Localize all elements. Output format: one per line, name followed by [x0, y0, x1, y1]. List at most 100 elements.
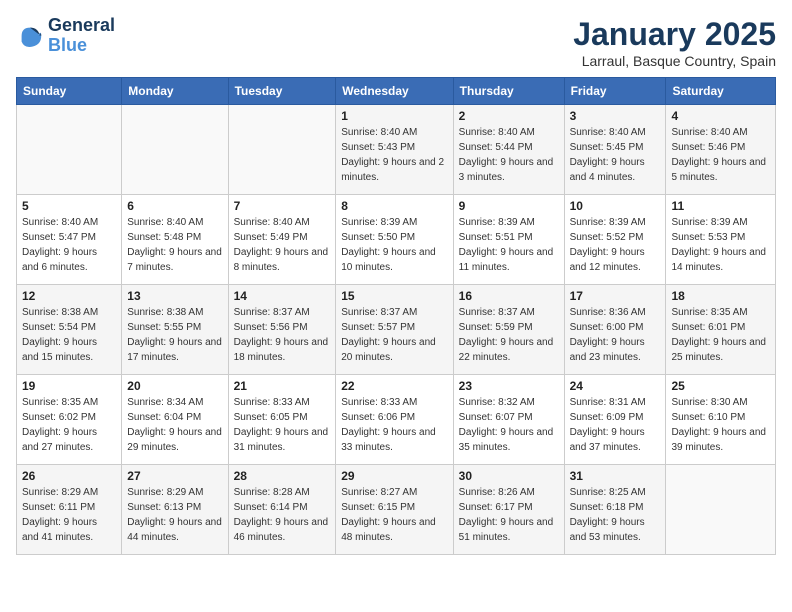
day-number: 11 [671, 199, 770, 213]
calendar-subtitle: Larraul, Basque Country, Spain [573, 53, 776, 69]
week-row-5: 26 Sunrise: 8:29 AMSunset: 6:11 PMDayligh… [17, 465, 776, 555]
day-info: Sunrise: 8:36 AMSunset: 6:00 PMDaylight:… [570, 305, 661, 365]
day-cell: 29 Sunrise: 8:27 AMSunset: 6:15 PMDayligh… [336, 465, 453, 555]
day-number: 24 [570, 379, 661, 393]
day-number: 19 [22, 379, 116, 393]
day-info: Sunrise: 8:32 AMSunset: 6:07 PMDaylight:… [459, 395, 559, 455]
logo-icon [16, 22, 44, 50]
day-header-wednesday: Wednesday [336, 78, 453, 105]
day-number: 10 [570, 199, 661, 213]
day-cell [17, 105, 122, 195]
day-cell [122, 105, 228, 195]
day-cell: 28 Sunrise: 8:28 AMSunset: 6:14 PMDayligh… [228, 465, 336, 555]
day-info: Sunrise: 8:26 AMSunset: 6:17 PMDaylight:… [459, 485, 559, 545]
day-cell: 12Sunrise: 8:38 AMSunset: 5:54 PMDayligh… [17, 285, 122, 375]
day-cell: 19 Sunrise: 8:35 AMSunset: 6:02 PMDayligh… [17, 375, 122, 465]
day-info: Sunrise: 8:31 AMSunset: 6:09 PMDaylight:… [570, 395, 661, 455]
day-cell: 8Sunrise: 8:39 AMSunset: 5:50 PMDaylight… [336, 195, 453, 285]
day-cell: 1 Sunrise: 8:40 AMSunset: 5:43 PMDaylight… [336, 105, 453, 195]
day-header-thursday: Thursday [453, 78, 564, 105]
day-number: 20 [127, 379, 222, 393]
day-info: Sunrise: 8:39 AMSunset: 5:50 PMDaylight:… [341, 215, 447, 275]
header-row: SundayMondayTuesdayWednesdayThursdayFrid… [17, 78, 776, 105]
day-number: 13 [127, 289, 222, 303]
day-cell: 27 Sunrise: 8:29 AMSunset: 6:13 PMDayligh… [122, 465, 228, 555]
day-info: Sunrise: 8:28 AMSunset: 6:14 PMDaylight:… [234, 485, 331, 545]
day-info: Sunrise: 8:39 AMSunset: 5:53 PMDaylight:… [671, 215, 770, 275]
day-number: 27 [127, 469, 222, 483]
day-number: 22 [341, 379, 447, 393]
day-info: Sunrise: 8:34 AMSunset: 6:04 PMDaylight:… [127, 395, 222, 455]
day-info: Sunrise: 8:40 AMSunset: 5:43 PMDaylight:… [341, 125, 447, 185]
day-cell [228, 105, 336, 195]
day-cell: 25Sunrise: 8:30 AMSunset: 6:10 PMDayligh… [666, 375, 776, 465]
day-number: 31 [570, 469, 661, 483]
calendar-title: January 2025 [573, 16, 776, 53]
day-cell: 15 Sunrise: 8:37 AMSunset: 5:57 PMDayligh… [336, 285, 453, 375]
logo: General Blue [16, 16, 115, 56]
day-info: Sunrise: 8:40 AMSunset: 5:44 PMDaylight:… [459, 125, 559, 185]
day-cell: 22 Sunrise: 8:33 AMSunset: 6:06 PMDayligh… [336, 375, 453, 465]
day-info: Sunrise: 8:37 AMSunset: 5:57 PMDaylight:… [341, 305, 447, 365]
day-cell: 4 Sunrise: 8:40 AMSunset: 5:46 PMDaylight… [666, 105, 776, 195]
day-cell: 3 Sunrise: 8:40 AMSunset: 5:45 PMDaylight… [564, 105, 666, 195]
day-cell: 14 Sunrise: 8:37 AMSunset: 5:56 PMDayligh… [228, 285, 336, 375]
day-info: Sunrise: 8:39 AMSunset: 5:52 PMDaylight:… [570, 215, 661, 275]
day-number: 26 [22, 469, 116, 483]
day-cell: 26 Sunrise: 8:29 AMSunset: 6:11 PMDayligh… [17, 465, 122, 555]
day-info: Sunrise: 8:25 AMSunset: 6:18 PMDaylight:… [570, 485, 661, 545]
day-number: 12 [22, 289, 116, 303]
day-cell: 2 Sunrise: 8:40 AMSunset: 5:44 PMDaylight… [453, 105, 564, 195]
day-header-monday: Monday [122, 78, 228, 105]
day-info: Sunrise: 8:40 AMSunset: 5:46 PMDaylight:… [671, 125, 770, 185]
week-row-2: 5Sunrise: 8:40 AMSunset: 5:47 PMDaylight… [17, 195, 776, 285]
day-info: Sunrise: 8:33 AMSunset: 6:06 PMDaylight:… [341, 395, 447, 455]
day-number: 6 [127, 199, 222, 213]
day-info: Sunrise: 8:29 AMSunset: 6:11 PMDaylight:… [22, 485, 116, 545]
day-number: 9 [459, 199, 559, 213]
day-info: Sunrise: 8:33 AMSunset: 6:05 PMDaylight:… [234, 395, 331, 455]
day-cell: 6 Sunrise: 8:40 AMSunset: 5:48 PMDaylight… [122, 195, 228, 285]
day-info: Sunrise: 8:40 AMSunset: 5:49 PMDaylight:… [234, 215, 331, 275]
week-row-1: 1 Sunrise: 8:40 AMSunset: 5:43 PMDaylight… [17, 105, 776, 195]
day-number: 25 [671, 379, 770, 393]
day-number: 15 [341, 289, 447, 303]
day-cell: 7 Sunrise: 8:40 AMSunset: 5:49 PMDaylight… [228, 195, 336, 285]
day-number: 2 [459, 109, 559, 123]
day-cell: 30 Sunrise: 8:26 AMSunset: 6:17 PMDayligh… [453, 465, 564, 555]
day-number: 1 [341, 109, 447, 123]
day-cell: 24 Sunrise: 8:31 AMSunset: 6:09 PMDayligh… [564, 375, 666, 465]
day-number: 29 [341, 469, 447, 483]
day-cell: 23 Sunrise: 8:32 AMSunset: 6:07 PMDayligh… [453, 375, 564, 465]
day-number: 21 [234, 379, 331, 393]
day-number: 3 [570, 109, 661, 123]
day-number: 28 [234, 469, 331, 483]
day-number: 16 [459, 289, 559, 303]
day-number: 7 [234, 199, 331, 213]
day-cell: 13Sunrise: 8:38 AMSunset: 5:55 PMDayligh… [122, 285, 228, 375]
day-info: Sunrise: 8:29 AMSunset: 6:13 PMDaylight:… [127, 485, 222, 545]
day-number: 17 [570, 289, 661, 303]
day-cell: 10 Sunrise: 8:39 AMSunset: 5:52 PMDayligh… [564, 195, 666, 285]
day-header-friday: Friday [564, 78, 666, 105]
day-number: 5 [22, 199, 116, 213]
day-info: Sunrise: 8:37 AMSunset: 5:59 PMDaylight:… [459, 305, 559, 365]
day-number: 30 [459, 469, 559, 483]
day-info: Sunrise: 8:27 AMSunset: 6:15 PMDaylight:… [341, 485, 447, 545]
day-cell: 5Sunrise: 8:40 AMSunset: 5:47 PMDaylight… [17, 195, 122, 285]
day-info: Sunrise: 8:40 AMSunset: 5:45 PMDaylight:… [570, 125, 661, 185]
day-number: 14 [234, 289, 331, 303]
day-info: Sunrise: 8:35 AMSunset: 6:01 PMDaylight:… [671, 305, 770, 365]
page-header: General Blue January 2025 Larraul, Basqu… [16, 16, 776, 69]
day-number: 23 [459, 379, 559, 393]
day-cell: 11 Sunrise: 8:39 AMSunset: 5:53 PMDayligh… [666, 195, 776, 285]
day-info: Sunrise: 8:40 AMSunset: 5:48 PMDaylight:… [127, 215, 222, 275]
day-info: Sunrise: 8:39 AMSunset: 5:51 PMDaylight:… [459, 215, 559, 275]
day-info: Sunrise: 8:35 AMSunset: 6:02 PMDaylight:… [22, 395, 116, 455]
calendar-table: SundayMondayTuesdayWednesdayThursdayFrid… [16, 77, 776, 555]
day-info: Sunrise: 8:37 AMSunset: 5:56 PMDaylight:… [234, 305, 331, 365]
day-header-tuesday: Tuesday [228, 78, 336, 105]
day-number: 4 [671, 109, 770, 123]
week-row-4: 19 Sunrise: 8:35 AMSunset: 6:02 PMDayligh… [17, 375, 776, 465]
day-cell: 18Sunrise: 8:35 AMSunset: 6:01 PMDayligh… [666, 285, 776, 375]
